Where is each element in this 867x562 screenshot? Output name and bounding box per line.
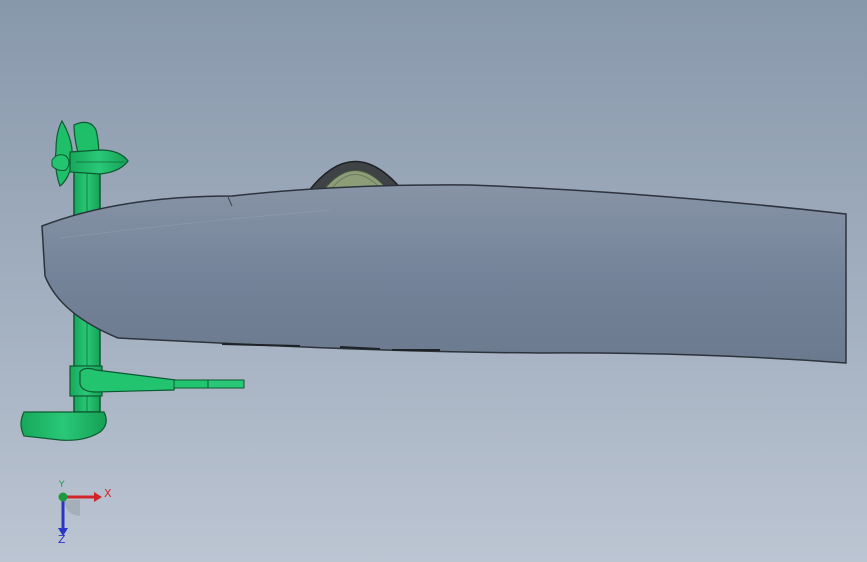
orientation-triad: X Y Z (50, 480, 120, 546)
tiller[interactable] (69, 365, 245, 397)
motor-pod[interactable] (69, 149, 129, 175)
skeg[interactable] (20, 411, 107, 441)
y-axis-label: Y (59, 480, 65, 490)
boat-model[interactable] (0, 0, 867, 562)
x-axis-arrowhead (94, 492, 102, 502)
z-axis-label: Z (58, 533, 66, 546)
triad-plane (64, 500, 80, 516)
hull[interactable] (41, 184, 847, 364)
y-axis-dot (58, 492, 68, 502)
graphics-viewport[interactable]: X Y Z (0, 0, 867, 562)
x-axis-label: X (104, 487, 112, 500)
